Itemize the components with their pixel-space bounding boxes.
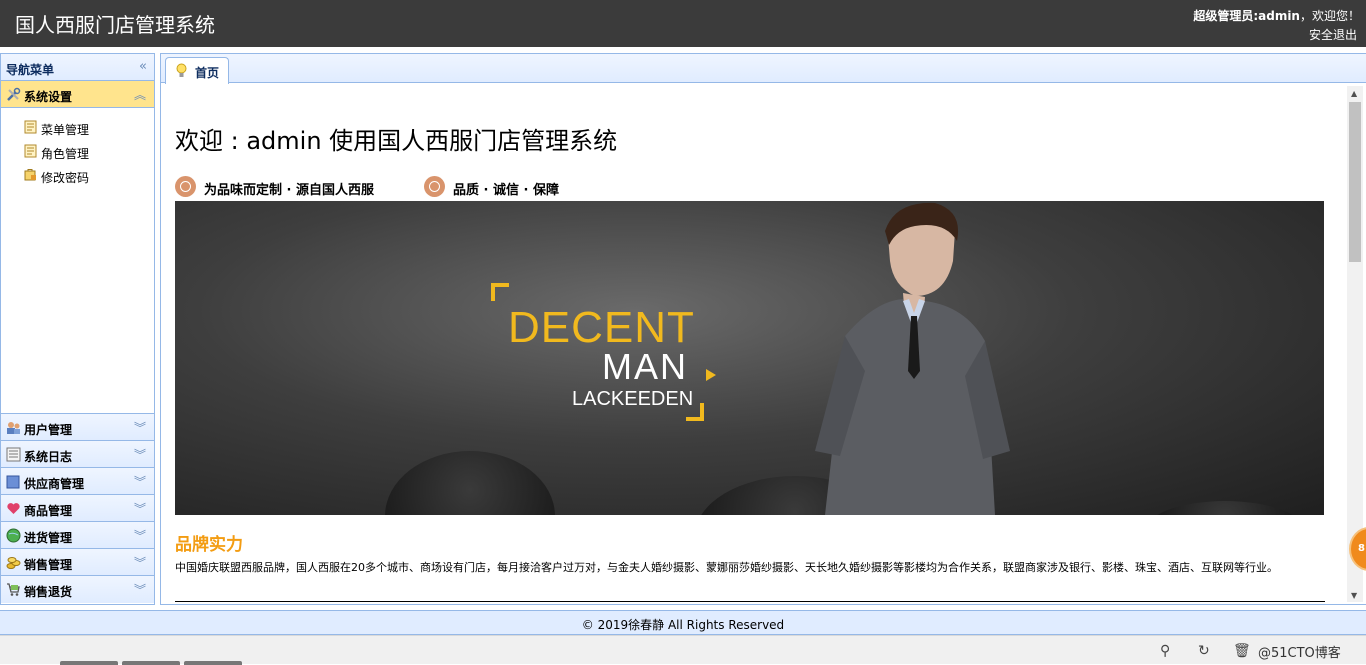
- taskbar-stub: [122, 661, 180, 665]
- hero-banner: DECENT MAN LACKEEDEN: [175, 201, 1324, 515]
- tab-home[interactable]: 首页: [165, 57, 229, 84]
- users-icon: [7, 422, 20, 434]
- badge-count: 81: [1358, 543, 1366, 554]
- chevron-down-icon[interactable]: ︾: [134, 473, 146, 490]
- scroll-up-icon[interactable]: ▲: [1351, 89, 1357, 98]
- chevron-down-icon[interactable]: ︾: [134, 581, 146, 598]
- pin-icon[interactable]: ⚲: [1160, 643, 1170, 659]
- sidebar-group-suppliers[interactable]: 供应商管理 ︾: [1, 468, 154, 495]
- slogan-text: 为品味而定制 · 源自国人西服: [204, 183, 374, 198]
- trash-icon[interactable]: 🗑: [1233, 643, 1251, 659]
- slogan-tailored: 为品味而定制 · 源自国人西服: [175, 176, 405, 198]
- sidebar-group-label: 进货管理: [24, 531, 73, 545]
- lock-icon: [24, 169, 36, 181]
- lightbulb-icon: [176, 63, 187, 77]
- heart-icon: [7, 503, 20, 514]
- model-illustration: [815, 202, 1010, 515]
- main-panel: 首页 欢迎 : admin 使用国人西服门店管理系统 为品味而定制 · 源自国人…: [160, 53, 1366, 605]
- slogan-text: 品质 · 诚信 · 保障: [453, 183, 559, 198]
- stone-decoration: [1145, 501, 1305, 515]
- chevron-down-icon[interactable]: ︾: [134, 527, 146, 544]
- sidebar-item-label: 角色管理: [41, 147, 90, 161]
- seal-icon: [175, 176, 196, 197]
- chevron-down-icon[interactable]: ︾: [134, 500, 146, 517]
- slogan-quality: 品质 · 诚信 · 保障: [424, 176, 584, 198]
- document-icon: [24, 144, 37, 158]
- box-icon: [6, 475, 20, 489]
- log-icon: [6, 447, 21, 462]
- page-footer: © 2019徐春静 All Rights Reserved: [0, 610, 1366, 635]
- brand-description: 中国婚庆联盟西服品牌，国人西服在20多个城市、商场设有门店，每月接洽客户过万对，…: [175, 561, 1278, 574]
- sidebar-item-role-management[interactable]: 角色管理: [1, 141, 154, 165]
- app-header: 国人西服门店管理系统 超级管理员:admin，欢迎您！ 安全退出: [0, 0, 1366, 47]
- cart-icon: [7, 583, 20, 596]
- greeting-role: 超级管理员:admin: [1193, 9, 1300, 23]
- sidebar-group-label: 销售退货: [24, 585, 73, 599]
- sidebar-group-system-settings[interactable]: 系统设置 ︽: [1, 81, 154, 108]
- badge-icon: [424, 176, 445, 197]
- sidebar-item-change-password[interactable]: 修改密码: [1, 165, 154, 189]
- chevron-up-icon[interactable]: ︽: [134, 86, 146, 103]
- coins-icon: [6, 557, 21, 569]
- collapse-left-icon[interactable]: «: [139, 59, 147, 74]
- sidebar-group-label: 销售管理: [24, 558, 73, 572]
- sidebar-group-label: 系统设置: [24, 90, 73, 104]
- sidebar-item-menu-management[interactable]: 菜单管理: [1, 117, 154, 141]
- sidebar-group-sales-returns[interactable]: 销售退货 ︾: [1, 576, 154, 603]
- sidebar-title: 导航菜单: [6, 63, 55, 77]
- nav-sidebar: 导航菜单 « 系统设置 ︽ 菜单管理 角色管理 修改密码 用户管理 ︾ 系统日志…: [0, 53, 155, 605]
- copyright-text: © 2019徐春静 All Rights Reserved: [581, 618, 785, 632]
- chevron-down-icon[interactable]: ︾: [134, 554, 146, 571]
- sidebar-item-label: 菜单管理: [41, 123, 90, 137]
- sidebar-group-system-log[interactable]: 系统日志 ︾: [1, 441, 154, 468]
- sidebar-header: 导航菜单 «: [1, 54, 154, 81]
- content-scrollbar[interactable]: ▲ ▼: [1347, 86, 1363, 602]
- divider: [175, 601, 1325, 602]
- sidebar-item-label: 修改密码: [41, 171, 90, 185]
- tools-icon: [7, 87, 21, 101]
- tab-label: 首页: [195, 66, 220, 80]
- brand-section-title: 品牌实力: [175, 535, 243, 555]
- sidebar-group-purchasing[interactable]: 进货管理 ︾: [1, 522, 154, 549]
- document-icon: [24, 120, 37, 134]
- refresh-icon[interactable]: ↻: [1198, 643, 1210, 659]
- scroll-down-icon[interactable]: ▼: [1351, 591, 1357, 600]
- app-title: 国人西服门店管理系统: [15, 13, 215, 37]
- user-greeting: 超级管理员:admin，欢迎您！: [1193, 7, 1360, 24]
- chevron-down-icon[interactable]: ︾: [134, 446, 146, 463]
- chevron-down-icon[interactable]: ︾: [134, 419, 146, 436]
- home-content: 欢迎 : admin 使用国人西服门店管理系统 为品味而定制 · 源自国人西服 …: [161, 84, 1366, 604]
- banner-line-2: MAN: [602, 346, 688, 387]
- stone-decoration: [385, 451, 555, 515]
- arrow-decoration: [706, 369, 716, 381]
- sidebar-group-label: 系统日志: [24, 450, 73, 464]
- scroll-thumb[interactable]: [1349, 102, 1361, 262]
- taskbar-stub: [184, 661, 242, 665]
- logout-link[interactable]: 安全退出: [1309, 26, 1357, 43]
- welcome-heading: 欢迎 : admin 使用国人西服门店管理系统: [175, 127, 618, 155]
- sidebar-group-body: 菜单管理 角色管理 修改密码: [1, 108, 154, 414]
- sidebar-group-products[interactable]: 商品管理 ︾: [1, 495, 154, 522]
- sidebar-group-sales[interactable]: 销售管理 ︾: [1, 549, 154, 576]
- sidebar-group-label: 商品管理: [24, 504, 73, 518]
- tab-bar: 首页: [161, 54, 1366, 84]
- sidebar-group-label: 用户管理: [24, 423, 73, 437]
- greeting-rest: ，欢迎您！: [1299, 9, 1360, 23]
- sidebar-group-users[interactable]: 用户管理 ︾: [1, 414, 154, 441]
- banner-line-3: LACKEEDEN: [572, 388, 694, 410]
- bracket-decoration: [491, 283, 509, 301]
- browser-status-bar: ⚲ ↻ 🗑 @51CTO博客: [0, 635, 1366, 665]
- sidebar-group-label: 供应商管理: [24, 477, 85, 491]
- globe-icon: [6, 528, 21, 543]
- watermark-text: @51CTO博客: [1258, 646, 1341, 661]
- taskbar-stub: [60, 661, 118, 665]
